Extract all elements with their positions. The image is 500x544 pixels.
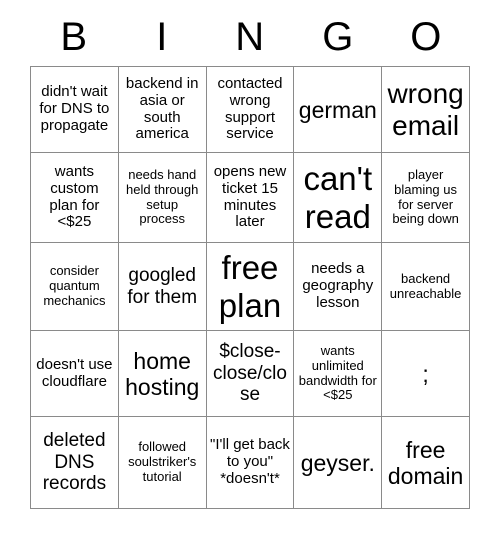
bingo-cell[interactable]: $close-close/close: [206, 331, 295, 417]
bingo-cell-text: backend unreachable: [389, 270, 462, 301]
bingo-cell[interactable]: "I'll get back to you" *doesn't*: [206, 417, 295, 509]
bingo-cell-text: free plan: [218, 249, 282, 324]
bingo-cell-text: $close-close/close: [213, 341, 287, 406]
bingo-grid: didn't wait for DNS to propagate backend…: [30, 66, 470, 509]
bingo-cell[interactable]: opens new ticket 15 minutes later: [206, 153, 295, 243]
bingo-cell-text: opens new ticket 15 minutes later: [213, 162, 287, 231]
bingo-header: B I N G O: [30, 8, 470, 66]
bingo-row: deleted DNS records followed soulstriker…: [31, 417, 470, 509]
bingo-cell[interactable]: contacted wrong support service: [206, 67, 295, 153]
bingo-cell[interactable]: googled for them: [118, 243, 207, 331]
bingo-header-letter-b: B: [60, 15, 88, 59]
bingo-cell[interactable]: geyser.: [294, 417, 383, 509]
bingo-cell[interactable]: backend unreachable: [382, 243, 470, 331]
bingo-cell-text: followed soulstriker's tutorial: [128, 439, 197, 484]
bingo-header-letter-g: G: [322, 15, 354, 59]
bingo-cell[interactable]: doesn't use cloudflare: [31, 331, 119, 417]
bingo-cell[interactable]: needs hand held through setup process: [118, 153, 207, 243]
bingo-header-letter-o: O: [410, 15, 442, 59]
bingo-cell-text: "I'll get back to you" *doesn't*: [210, 436, 290, 487]
bingo-cell-text: geyser.: [300, 449, 375, 476]
bingo-cell[interactable]: wrong email: [382, 67, 470, 153]
bingo-cell-text: needs a geography lesson: [302, 260, 374, 311]
bingo-header-letter-n: N: [235, 15, 265, 59]
bingo-cell[interactable]: wants custom plan for <$25: [31, 153, 119, 243]
bingo-cell-text: player blaming us for server being down: [392, 167, 459, 227]
bingo-cell-text: backend in asia or south america: [125, 74, 199, 143]
bingo-cell[interactable]: followed soulstriker's tutorial: [118, 417, 207, 509]
bingo-cell-text: can't read: [303, 160, 373, 235]
bingo-row: wants custom plan for <$25 needs hand he…: [31, 153, 470, 243]
bingo-cell[interactable]: home hosting: [118, 331, 207, 417]
bingo-row: didn't wait for DNS to propagate backend…: [31, 67, 470, 153]
bingo-cell-free-space[interactable]: free plan: [206, 243, 295, 331]
bingo-cell[interactable]: needs a geography lesson: [294, 243, 383, 331]
bingo-cell[interactable]: ;: [382, 331, 470, 417]
bingo-cell-text: didn't wait for DNS to propagate: [39, 83, 110, 134]
bingo-cell-text: free domain: [387, 436, 464, 489]
bingo-cell[interactable]: german: [294, 67, 383, 153]
bingo-card: B I N G O didn't wait for DNS to propaga…: [30, 8, 470, 509]
bingo-cell-text: wants unlimited bandwidth for <$25: [298, 343, 377, 403]
bingo-header-letter-i: I: [156, 15, 168, 59]
bingo-cell[interactable]: deleted DNS records: [31, 417, 119, 509]
bingo-cell[interactable]: consider quantum mechanics: [31, 243, 119, 331]
bingo-row: doesn't use cloudflare home hosting $clo…: [31, 331, 470, 417]
bingo-cell[interactable]: player blaming us for server being down: [382, 153, 470, 243]
bingo-row: consider quantum mechanics googled for t…: [31, 243, 470, 331]
bingo-cell[interactable]: didn't wait for DNS to propagate: [31, 67, 119, 153]
bingo-cell-text: ;: [422, 360, 429, 387]
bingo-cell[interactable]: backend in asia or south america: [118, 67, 207, 153]
bingo-cell[interactable]: free domain: [382, 417, 470, 509]
bingo-cell-text: wants custom plan for <$25: [49, 162, 100, 231]
bingo-cell-text: contacted wrong support service: [217, 74, 283, 143]
bingo-cell-text: consider quantum mechanics: [43, 263, 106, 308]
bingo-cell[interactable]: can't read: [294, 153, 383, 243]
bingo-cell-text: needs hand held through setup process: [126, 167, 199, 227]
bingo-cell-text: german: [298, 96, 377, 123]
bingo-cell-text: deleted DNS records: [42, 430, 107, 495]
bingo-cell-text: doesn't use cloudflare: [36, 355, 113, 390]
bingo-cell-text: wrong email: [387, 77, 464, 141]
bingo-cell-text: home hosting: [125, 347, 200, 400]
bingo-cell[interactable]: wants unlimited bandwidth for <$25: [294, 331, 383, 417]
bingo-cell-text: googled for them: [127, 265, 198, 308]
